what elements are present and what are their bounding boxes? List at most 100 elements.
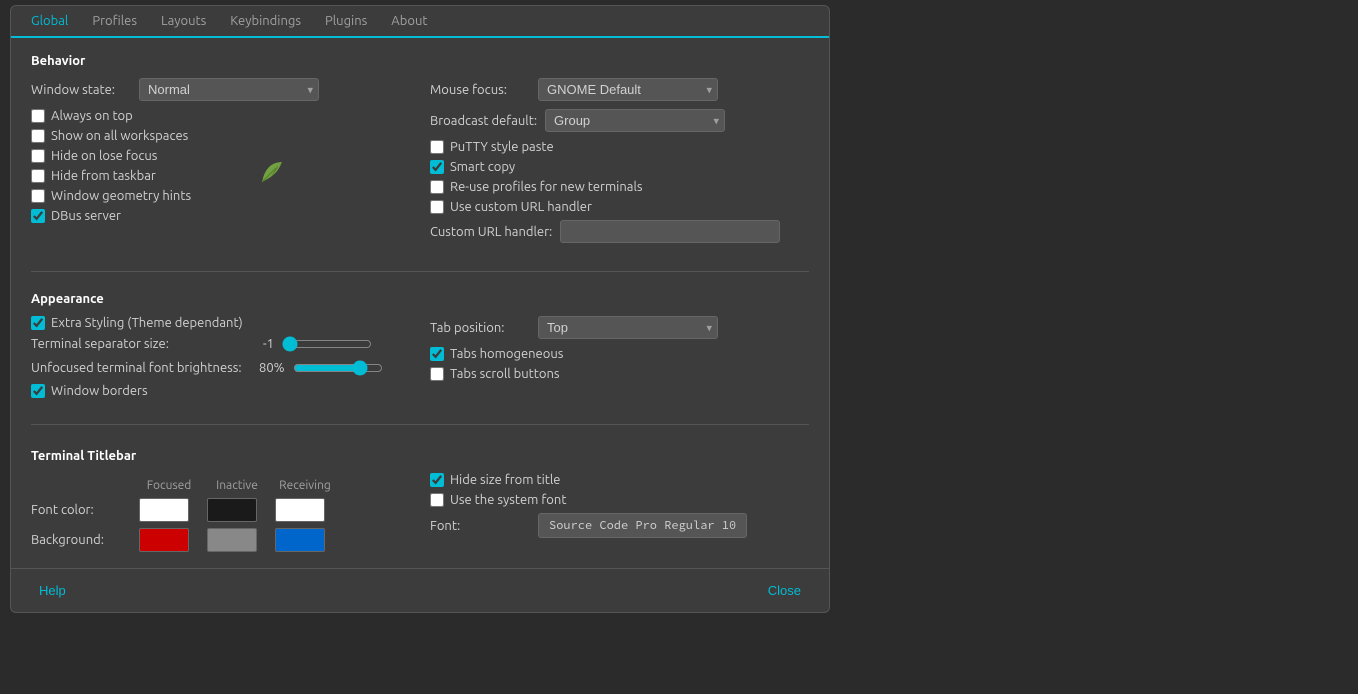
window-geometry-hints-row: Window geometry hints — [31, 189, 410, 203]
use-custom-url-label: Use custom URL handler — [450, 200, 592, 214]
unfocused-brightness-slider[interactable] — [293, 360, 383, 376]
font-color-inactive[interactable] — [207, 498, 257, 522]
broadcast-default-row: Broadcast default: Group All Off — [430, 109, 809, 132]
unfocused-brightness-row: Unfocused terminal font brightness: 80% — [31, 360, 410, 376]
unfocused-brightness-label: Unfocused terminal font brightness: — [31, 361, 242, 375]
terminal-separator-slider[interactable] — [282, 336, 372, 352]
appearance-header: Appearance — [31, 292, 809, 306]
appearance-columns: Extra Styling (Theme dependant) Terminal… — [31, 316, 809, 404]
custom-url-handler-label: Custom URL handler: — [430, 225, 552, 239]
behavior-header: Behavior — [31, 54, 809, 68]
smart-copy-row: Smart copy — [430, 160, 809, 174]
smart-copy-label: Smart copy — [450, 160, 515, 174]
tab-position-row: Tab position: Top Bottom Left Right — [430, 316, 809, 339]
behavior-section: Behavior Window state: Normal Maximized … — [31, 54, 809, 251]
hide-from-taskbar-checkbox[interactable] — [31, 169, 45, 183]
help-button[interactable]: Help — [31, 579, 74, 602]
terminal-separator-value: -1 — [239, 337, 274, 351]
tabs-scroll-buttons-row: Tabs scroll buttons — [430, 367, 809, 381]
hide-from-taskbar-label: Hide from taskbar — [51, 169, 156, 183]
putty-paste-row: PuTTY style paste — [430, 140, 809, 154]
use-custom-url-row: Use custom URL handler — [430, 200, 809, 214]
background-focused[interactable] — [139, 528, 189, 552]
focused-col-header: Focused — [139, 479, 199, 492]
dbus-server-checkbox[interactable] — [31, 209, 45, 223]
extra-styling-checkbox[interactable] — [31, 316, 45, 330]
tab-bar: Global Profiles Layouts Keybindings Plug… — [11, 6, 829, 38]
titlebar-header: Terminal Titlebar — [31, 449, 809, 463]
always-on-top-label: Always on top — [51, 109, 133, 123]
hide-size-row: Hide size from title — [430, 473, 809, 487]
hide-size-checkbox[interactable] — [430, 473, 444, 487]
always-on-top-checkbox[interactable] — [31, 109, 45, 123]
main-content: Behavior Window state: Normal Maximized … — [11, 38, 829, 568]
receiving-col-header: Receiving — [275, 479, 335, 492]
titlebar-table: Focused Inactive Receiving Font color: B… — [31, 479, 410, 552]
dbus-server-row: DBus server — [31, 209, 410, 223]
broadcast-default-dropdown-wrap: Group All Off — [545, 109, 725, 132]
font-label: Font: — [430, 519, 530, 533]
show-all-workspaces-row: Show on all workspaces — [31, 129, 410, 143]
background-inactive[interactable] — [207, 528, 257, 552]
custom-url-handler-row: Custom URL handler: — [430, 220, 809, 243]
font-row: Font: Source Code Pro Regular 10 — [430, 513, 809, 538]
appearance-left: Extra Styling (Theme dependant) Terminal… — [31, 316, 410, 404]
behavior-right: Mouse focus: GNOME Default Click Sloppy … — [430, 78, 809, 251]
behavior-columns: Window state: Normal Maximized Fullscree… — [31, 78, 809, 251]
close-button[interactable]: Close — [760, 579, 809, 602]
tab-layouts[interactable]: Layouts — [149, 6, 218, 38]
window-borders-checkbox[interactable] — [31, 384, 45, 398]
putty-paste-label: PuTTY style paste — [450, 140, 554, 154]
font-color-receiving[interactable] — [275, 498, 325, 522]
hide-on-lose-focus-checkbox[interactable] — [31, 149, 45, 163]
mouse-focus-row: Mouse focus: GNOME Default Click Sloppy — [430, 78, 809, 101]
tab-global[interactable]: Global — [19, 6, 80, 38]
titlebar-left: Focused Inactive Receiving Font color: B… — [31, 473, 410, 552]
reuse-profiles-label: Re-use profiles for new terminals — [450, 180, 643, 194]
appearance-right: Tab position: Top Bottom Left Right — [430, 316, 809, 404]
custom-url-handler-input[interactable] — [560, 220, 780, 243]
tabs-scroll-buttons-checkbox[interactable] — [430, 367, 444, 381]
font-color-focused[interactable] — [139, 498, 189, 522]
behavior-left: Window state: Normal Maximized Fullscree… — [31, 78, 410, 251]
broadcast-default-label: Broadcast default: — [430, 114, 537, 128]
hide-size-label: Hide size from title — [450, 473, 560, 487]
window-geometry-hints-checkbox[interactable] — [31, 189, 45, 203]
background-label: Background: — [31, 533, 131, 547]
tab-plugins[interactable]: Plugins — [313, 6, 379, 38]
always-on-top-row: Always on top — [31, 109, 410, 123]
tab-position-dropdown-wrap: Top Bottom Left Right — [538, 316, 718, 339]
use-system-font-checkbox[interactable] — [430, 493, 444, 507]
tabs-scroll-buttons-label: Tabs scroll buttons — [450, 367, 560, 381]
font-display[interactable]: Source Code Pro Regular 10 — [538, 513, 747, 538]
tab-about[interactable]: About — [379, 6, 439, 38]
hide-from-taskbar-row: Hide from taskbar — [31, 169, 410, 183]
extra-styling-label: Extra Styling (Theme dependant) — [51, 316, 243, 330]
show-all-workspaces-checkbox[interactable] — [31, 129, 45, 143]
mouse-focus-dropdown[interactable]: GNOME Default Click Sloppy — [538, 78, 718, 101]
mouse-focus-dropdown-wrap: GNOME Default Click Sloppy — [538, 78, 718, 101]
reuse-profiles-checkbox[interactable] — [430, 180, 444, 194]
use-custom-url-checkbox[interactable] — [430, 200, 444, 214]
broadcast-default-dropdown[interactable]: Group All Off — [545, 109, 725, 132]
tab-keybindings[interactable]: Keybindings — [218, 6, 313, 38]
inactive-col-header: Inactive — [207, 479, 267, 492]
window-state-row: Window state: Normal Maximized Fullscree… — [31, 78, 410, 101]
window-state-dropdown[interactable]: Normal Maximized Fullscreen — [139, 78, 319, 101]
tabs-homogeneous-checkbox[interactable] — [430, 347, 444, 361]
tab-profiles[interactable]: Profiles — [80, 6, 149, 38]
divider-1 — [31, 271, 809, 272]
terminal-separator-label: Terminal separator size: — [31, 337, 231, 351]
hide-on-lose-focus-label: Hide on lose focus — [51, 149, 157, 163]
dbus-server-label: DBus server — [51, 209, 121, 223]
settings-dialog: Global Profiles Layouts Keybindings Plug… — [10, 5, 830, 613]
smart-copy-checkbox[interactable] — [430, 160, 444, 174]
tab-position-dropdown[interactable]: Top Bottom Left Right — [538, 316, 718, 339]
window-state-dropdown-wrap: Normal Maximized Fullscreen — [139, 78, 319, 101]
terminal-separator-row: Terminal separator size: -1 — [31, 336, 410, 352]
unfocused-brightness-value: 80% — [250, 361, 285, 375]
titlebar-section: Terminal Titlebar Focused Inactive Recei… — [31, 449, 809, 552]
putty-paste-checkbox[interactable] — [430, 140, 444, 154]
window-borders-label: Window borders — [51, 384, 148, 398]
background-receiving[interactable] — [275, 528, 325, 552]
